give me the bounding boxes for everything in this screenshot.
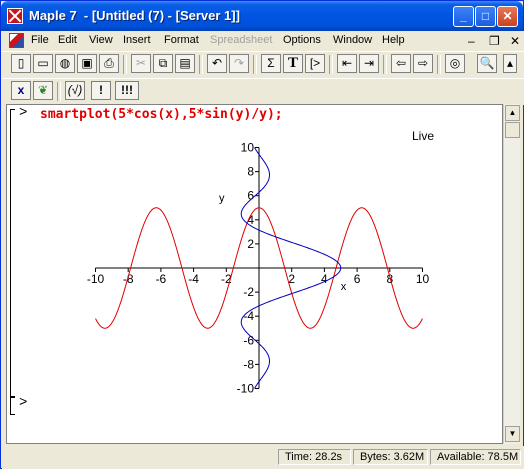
y-tick-label: 6 — [247, 189, 254, 203]
status-available: Available: 78.5M — [430, 449, 521, 465]
plot-area[interactable]: -10 -8 -6 -4 -2 2 4 6 8 10-10-8-6-4-2246810 x y — [7, 105, 503, 444]
menu-options[interactable]: Options — [283, 34, 321, 46]
indent-icon[interactable]: ⇥ — [359, 54, 379, 73]
maple-leaf-icon[interactable]: ❦ — [33, 81, 53, 100]
x-tick-label: -8 — [123, 272, 134, 286]
menu-insert[interactable]: Insert — [123, 34, 151, 46]
math-mode-icon[interactable]: x — [11, 81, 31, 100]
menu-view[interactable]: View — [89, 34, 113, 46]
menu-bar: File Edit View Insert Format Spreadsheet… — [2, 31, 524, 51]
axes — [95, 147, 423, 389]
print-icon[interactable]: ⎙ — [99, 54, 119, 73]
status-bytes: Bytes: 3.62M — [353, 449, 428, 465]
maximize-button[interactable]: □ — [475, 6, 496, 27]
x-tick-label: -10 — [87, 272, 105, 286]
open-url-icon[interactable]: ◍ — [55, 54, 75, 73]
x-tick-label: 10 — [416, 272, 430, 286]
text-input-icon[interactable]: T — [283, 54, 303, 73]
status-bar: Time: 28.2s Bytes: 3.62M Available: 78.5… — [2, 446, 524, 469]
back-arrow-icon[interactable]: ⇦ — [391, 54, 411, 73]
y-tick-label: -6 — [243, 333, 254, 347]
menu-window[interactable]: Window — [333, 34, 372, 46]
x-axis-label: x — [341, 281, 347, 293]
new-file-icon[interactable]: ▯ — [11, 54, 31, 73]
scroll-up-button[interactable]: ▲ — [505, 105, 520, 121]
execution-group-icon[interactable]: [> — [305, 54, 325, 73]
execute-all-icon[interactable]: !!! — [115, 81, 139, 100]
minimize-button[interactable]: _ — [453, 6, 474, 27]
scroll-thumb[interactable] — [505, 122, 520, 138]
paste-icon[interactable]: ▤ — [175, 54, 195, 73]
outdent-icon[interactable]: ⇤ — [337, 54, 357, 73]
scroll-down-button[interactable]: ▼ — [505, 426, 520, 442]
x-tick-label: 4 — [321, 272, 328, 286]
y-tick-label: -8 — [243, 357, 254, 371]
title-bar[interactable]: Maple 7 - [Untitled (7) - [Server 1]] _ … — [1, 1, 523, 31]
main-toolbar: ▯ ▭ ◍ ▣ ⎙ ✂ ⧉ ▤ ↶ ↷ Σ T [> ⇤ ⇥ ⇦ ⇨ ◎ 🔍 ▴ — [2, 51, 524, 78]
zoom-icon[interactable]: 🔍 — [477, 54, 497, 73]
x-tick-label: 6 — [354, 272, 361, 286]
y-tick-label: 8 — [247, 165, 254, 179]
vertical-scrollbar[interactable]: ▲ ▼ — [503, 104, 520, 444]
close-button[interactable]: ✕ — [497, 6, 518, 27]
x-tick-label: -6 — [156, 272, 167, 286]
toolbar-scroll-button[interactable]: ▴ — [503, 54, 517, 73]
y-tick-label: -10 — [237, 382, 255, 396]
y-tick-label: 10 — [241, 141, 255, 155]
empty-input-prompt[interactable]: > — [19, 395, 27, 411]
check-expression-icon[interactable]: (√) — [65, 81, 85, 100]
stop-icon[interactable]: ◎ — [445, 54, 465, 73]
menu-spreadsheet[interactable]: Spreadsheet — [210, 34, 272, 46]
menu-edit[interactable]: Edit — [58, 34, 77, 46]
app-window: Maple 7 - [Untitled (7) - [Server 1]] _ … — [0, 0, 524, 469]
redo-icon[interactable]: ↷ — [229, 54, 249, 73]
mdi-close-button[interactable]: ✕ — [510, 34, 520, 48]
mdi-restore-button[interactable]: ❐ — [489, 34, 500, 48]
x-tick-label: -4 — [188, 272, 199, 286]
worksheet-area[interactable]: > smartplot(5*cos(x),5*sin(y)/y); Live -… — [6, 104, 503, 444]
menu-help[interactable]: Help — [382, 34, 405, 46]
menu-format[interactable]: Format — [164, 34, 199, 46]
status-time: Time: 28.2s — [278, 449, 351, 465]
document-icon[interactable] — [9, 33, 24, 48]
y-axis-label: y — [219, 193, 225, 205]
menu-file[interactable]: File — [31, 34, 49, 46]
y-tick-label: -2 — [243, 285, 254, 299]
copy-icon[interactable]: ⧉ — [153, 54, 173, 73]
open-folder-icon[interactable]: ▭ — [33, 54, 53, 73]
cut-icon[interactable]: ✂ — [131, 54, 151, 73]
math-input-icon[interactable]: Σ — [261, 54, 281, 73]
undo-icon[interactable]: ↶ — [207, 54, 227, 73]
execute-icon[interactable]: ! — [91, 81, 111, 100]
context-toolbar: x ❦ (√) ! !!! — [2, 78, 524, 105]
window-title: Maple 7 - [Untitled (7) - [Server 1]] — [29, 8, 240, 23]
y-tick-label: 2 — [247, 237, 254, 251]
save-icon[interactable]: ▣ — [77, 54, 97, 73]
forward-arrow-icon[interactable]: ⇨ — [413, 54, 433, 73]
maple-app-icon[interactable] — [7, 8, 23, 24]
mdi-minimize-button[interactable]: – — [468, 34, 475, 48]
empty-group-bracket[interactable] — [10, 397, 15, 415]
